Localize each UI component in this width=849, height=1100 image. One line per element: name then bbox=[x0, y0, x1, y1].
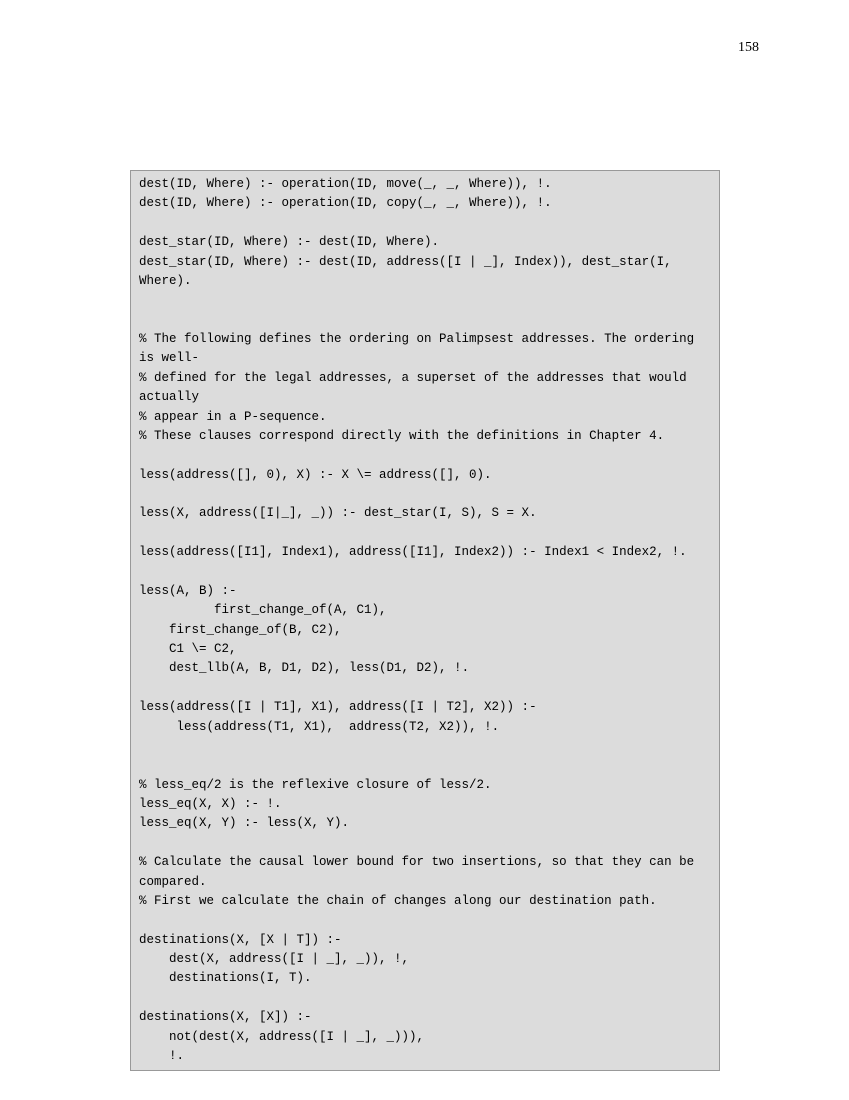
page-number: 158 bbox=[738, 40, 759, 56]
code-listing: dest(ID, Where) :- operation(ID, move(_,… bbox=[130, 170, 720, 1071]
